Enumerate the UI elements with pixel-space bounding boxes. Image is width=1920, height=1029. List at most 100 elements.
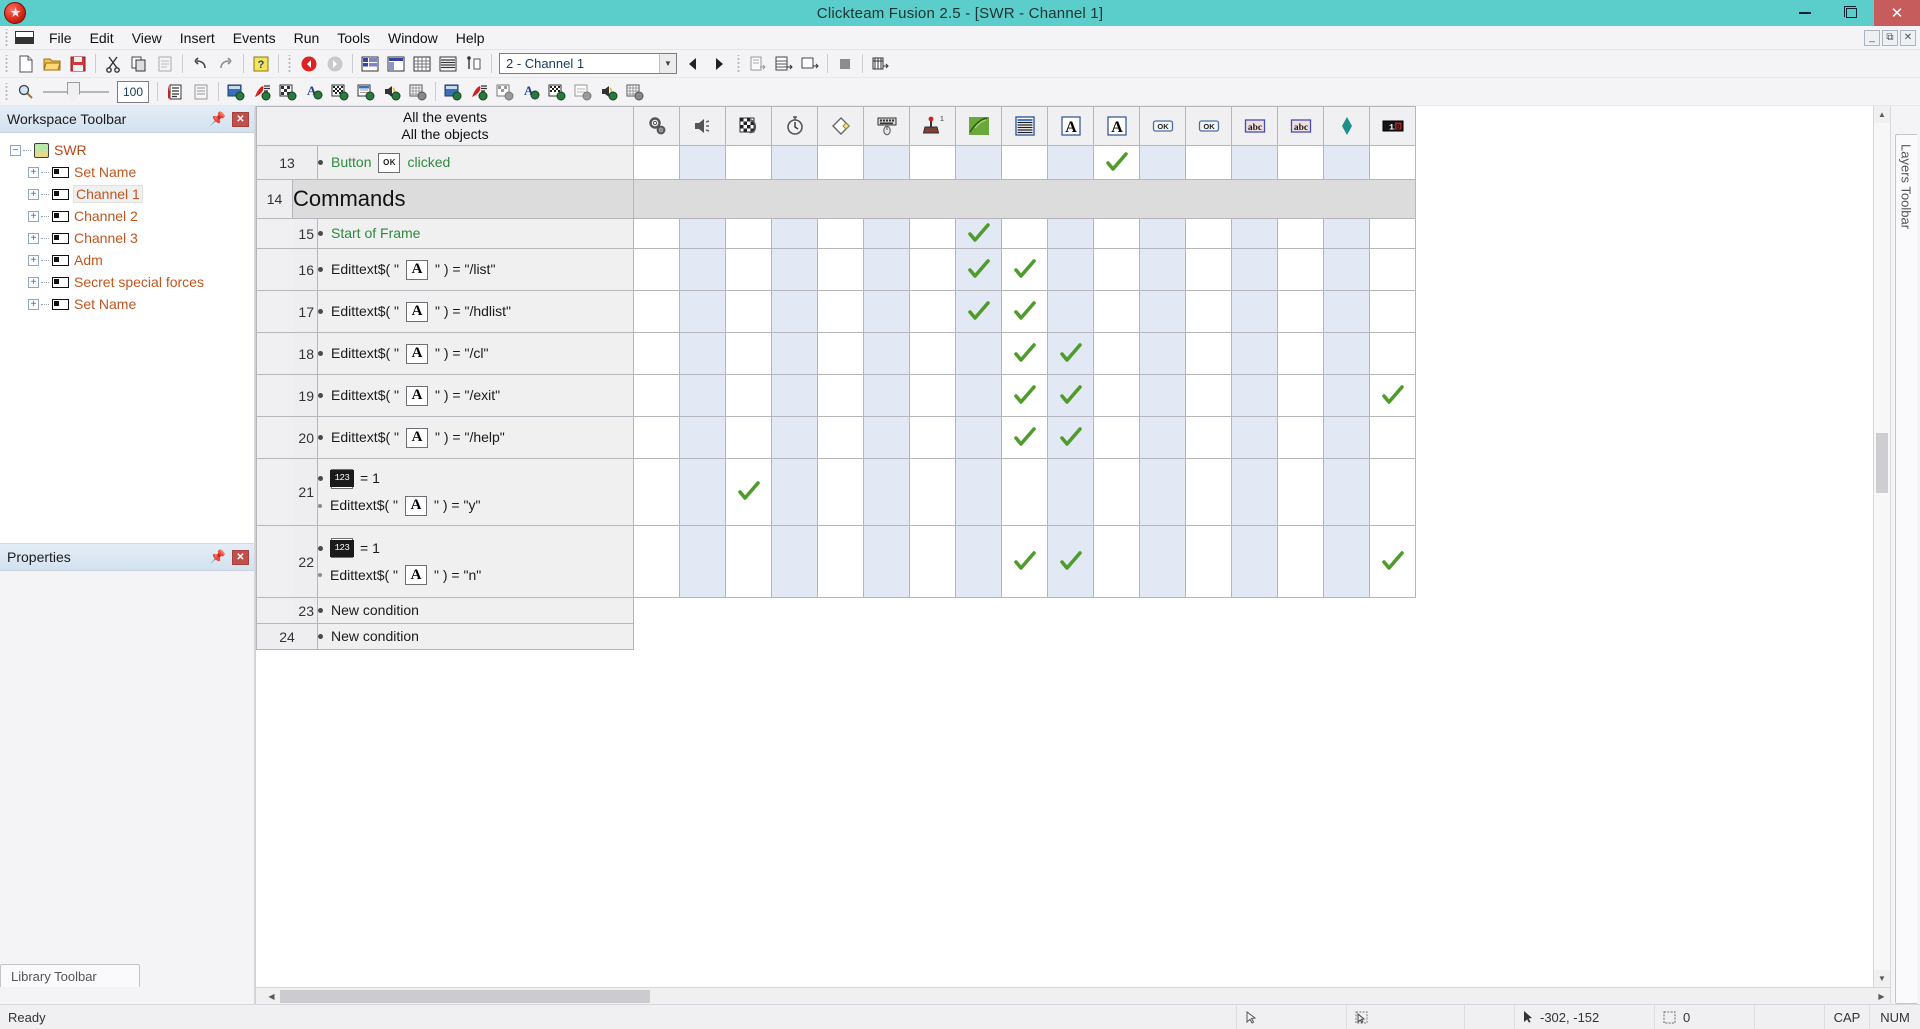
event-cell[interactable] [1277,374,1324,417]
event-cell[interactable] [1139,248,1186,291]
menu-file[interactable]: File [40,28,81,48]
event-cell[interactable] [1185,290,1232,333]
event-cell[interactable] [817,525,864,598]
event-cell[interactable] [1277,332,1324,375]
text-object-a-column-header[interactable]: A [1047,106,1094,146]
event-cell[interactable] [679,218,726,249]
pin-icon[interactable]: 📌 [210,111,226,127]
event-cell[interactable] [771,416,818,459]
zoom-magnifier-icon[interactable] [13,80,39,104]
event-list-editor-icon[interactable] [435,52,461,76]
event-cell[interactable] [1047,290,1094,333]
toolbar-grip-2[interactable] [286,54,293,73]
event-cell[interactable] [679,332,726,375]
event-cell[interactable] [1323,525,1370,598]
tree-item-channel-2[interactable]: + Channel 2 [0,205,254,227]
event-cell[interactable] [1323,290,1370,333]
event-cell[interactable] [863,218,910,249]
filter-frame-objects-icon[interactable] [440,80,466,104]
event-cell[interactable] [863,416,910,459]
event-cell[interactable] [1093,458,1140,526]
frame-combo[interactable]: 2 - Channel 1 ▼ [499,53,677,74]
event-cell[interactable] [1093,525,1140,598]
insert-group-icon[interactable] [771,52,797,76]
filter-text-objects-icon[interactable]: A [518,80,544,104]
chevron-down-icon[interactable]: ▼ [659,54,676,73]
event-row-conditions[interactable]: Start of Frame [317,218,634,249]
event-cell-checked[interactable] [1001,290,1048,333]
event-cell[interactable] [1369,218,1416,249]
filter-active-objects-icon[interactable] [466,80,492,104]
tree-expander[interactable]: + [28,298,39,310]
event-cell[interactable] [679,290,726,333]
build-icon[interactable] [867,52,893,76]
event-cell-checked[interactable] [1369,374,1416,417]
event-cell[interactable] [1277,290,1324,333]
event-cell[interactable] [1231,374,1278,417]
menu-grip[interactable] [3,28,10,47]
event-cell[interactable] [863,248,910,291]
tree-expander[interactable]: + [28,166,39,178]
event-cell[interactable] [955,525,1002,598]
event-cell[interactable] [725,248,772,291]
stop-icon[interactable] [832,52,858,76]
event-cell[interactable] [863,525,910,598]
vertical-scroll-track[interactable] [1874,123,1890,970]
event-cell[interactable] [633,374,680,417]
event-cell[interactable] [1093,416,1140,459]
event-cell[interactable] [1093,332,1140,375]
event-list-view-icon[interactable] [162,80,188,104]
event-cell[interactable] [725,218,772,249]
vertical-scroll-thumb[interactable] [1876,433,1888,493]
event-cell[interactable] [1277,458,1324,526]
event-cell[interactable] [909,374,956,417]
event-cell-checked[interactable] [1001,374,1048,417]
event-cell[interactable] [1277,416,1324,459]
prev-frame-icon[interactable] [680,52,706,76]
event-cell[interactable] [863,145,910,180]
event-cell[interactable] [955,332,1002,375]
close-icon[interactable]: ✕ [232,549,249,565]
event-cell[interactable] [633,145,680,180]
event-cell-checked[interactable] [1047,374,1094,417]
tree-item-channel-1[interactable]: + Channel 1 [0,183,254,205]
event-grid-view-icon[interactable] [188,80,214,104]
event-row-conditions[interactable]: New condition [317,623,634,650]
event-cell[interactable] [1323,248,1370,291]
list-object-column-header[interactable] [1001,106,1048,146]
event-row[interactable]: 13 Button OK clicked [256,145,1416,180]
event-cell[interactable] [679,145,726,180]
event-cell[interactable] [817,458,864,526]
paste-icon[interactable] [152,52,178,76]
event-cell-checked[interactable] [1047,416,1094,459]
horizontal-scroll-track[interactable] [280,989,1873,1003]
tab-library-toolbar[interactable]: Library Toolbar [0,964,140,987]
event-cell[interactable] [1001,458,1048,526]
scroll-up-button[interactable]: ▲ [1874,106,1890,123]
event-cell[interactable] [817,145,864,180]
event-cell[interactable] [771,290,818,333]
event-cell-checked[interactable] [955,218,1002,249]
event-row[interactable]: 18 Edittext$( " A " ) = "/cl" [256,332,1416,375]
event-row-conditions[interactable]: Edittext$( " A " ) = "/cl" [317,332,634,375]
event-cell[interactable] [909,332,956,375]
event-cell[interactable] [679,458,726,526]
event-cell[interactable] [909,145,956,180]
text-object-b-column-header[interactable]: A [1093,106,1140,146]
edit-abc-2-column-header[interactable]: abc [1277,106,1324,146]
event-cell[interactable] [955,145,1002,180]
event-cell[interactable] [1323,218,1370,249]
tree-expander[interactable]: + [28,232,39,244]
menu-events[interactable]: Events [224,28,285,48]
toolbar-grip-3[interactable] [735,54,742,73]
event-cell[interactable] [817,248,864,291]
zoom-slider[interactable] [43,81,109,103]
event-row-conditions[interactable]: New condition [317,597,634,624]
event-cell[interactable] [1323,374,1370,417]
event-row[interactable]: 19 Edittext$( " A " ) = "/exit" [256,374,1416,417]
open-folder-icon[interactable] [39,52,65,76]
event-cell[interactable] [633,218,680,249]
menu-view[interactable]: View [123,28,171,48]
menu-insert[interactable]: Insert [171,28,224,48]
event-cell-checked[interactable] [1001,248,1048,291]
